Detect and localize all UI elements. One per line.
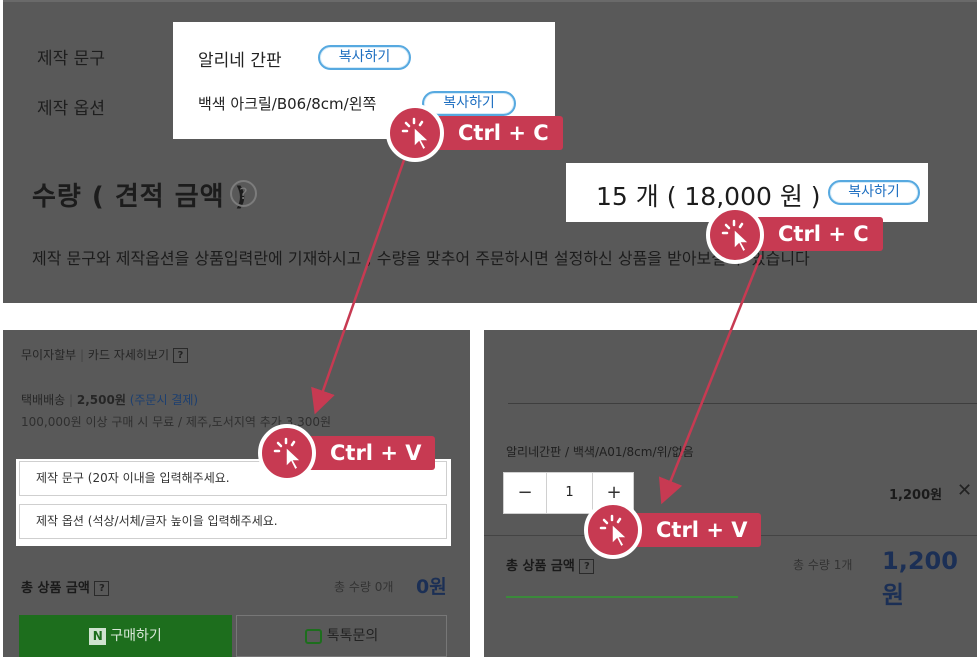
copy-to-paste-arrow-1 (311, 159, 406, 415)
click-cursor-icon (258, 424, 316, 482)
annotation-arrows (311, 159, 763, 505)
click-cursor-icon (706, 206, 764, 264)
click-cursor-icon (584, 501, 642, 559)
copy-to-paste-arrow-2 (658, 254, 763, 505)
click-cursor-icon (386, 104, 444, 162)
